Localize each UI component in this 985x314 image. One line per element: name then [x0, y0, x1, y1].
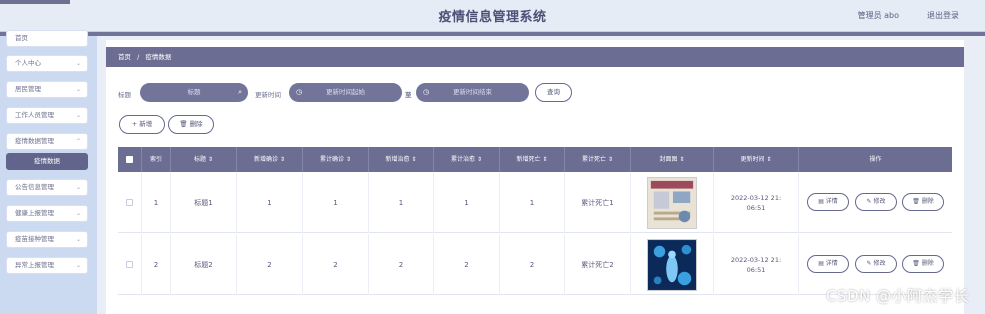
cell-index: 1 — [142, 172, 171, 233]
chevron-down-icon: ⌄ — [75, 262, 81, 269]
col-cover[interactable]: 封面图 ⇕ — [631, 147, 714, 172]
cell-total-confirmed: 2 — [303, 234, 369, 295]
sidebar-item-vaccination[interactable]: 疫苗接种管理 ⌄ — [6, 231, 88, 248]
sidebar: 首页 个人中心 ⌄ 居民管理 ⌄ 工作人员管理 ⌄ 疫情数据管理 ⌃ 疫情数据 公告信息… — [0, 30, 97, 314]
update-time-date: 2022-03-12 21: — [730, 255, 782, 264]
cover-image-virus[interactable] — [647, 238, 697, 291]
row-checkbox[interactable] — [126, 199, 133, 206]
select-all-cell — [118, 147, 142, 172]
clock-icon: ◷ — [423, 88, 430, 96]
cell-new-deaths: 1 — [500, 172, 565, 233]
logout-link[interactable]: 退出登录 — [927, 10, 959, 21]
admin-user: 管理员 abo — [857, 11, 899, 20]
end-time-input[interactable]: ◷ 更新时间结束 — [416, 83, 529, 102]
col-new-cured[interactable]: 新增治愈 ⇕ — [369, 147, 434, 172]
col-actions: 操作 — [869, 156, 882, 163]
title-filter-label: 标题 — [118, 91, 131, 99]
start-time-placeholder: 更新时间起始 — [326, 88, 365, 96]
breadcrumb-separator: / — [137, 53, 140, 61]
chevron-down-icon: ⌄ — [75, 210, 81, 217]
chevron-down-icon: ⌄ — [75, 184, 81, 191]
sidebar-item-profile[interactable]: 个人中心 ⌄ — [6, 55, 88, 72]
batch-delete-button[interactable]: 🗑 删除 — [168, 115, 214, 134]
start-time-input[interactable]: ◷ 更新时间起始 — [289, 83, 402, 102]
col-update-time[interactable]: 更新时间 ⇕ — [714, 147, 799, 172]
col-new-deaths[interactable]: 新增死亡 ⇕ — [500, 147, 565, 172]
search-button[interactable]: 查询 — [535, 83, 572, 102]
sidebar-item-health-report[interactable]: 健康上报管理 ⌄ — [6, 205, 88, 222]
sidebar-item-anomaly[interactable]: 异常上报管理 ⌄ — [6, 257, 88, 274]
detail-button[interactable]: ▤ 详情 — [807, 255, 849, 273]
cell-actions: ▤ 详情 ✎ 修改 🗑 删除 — [799, 172, 952, 233]
row-checkbox[interactable] — [126, 261, 133, 268]
title-input-placeholder: 标题 — [187, 88, 201, 96]
cell-index: 2 — [142, 234, 171, 295]
end-time-placeholder: 更新时间结束 — [453, 88, 492, 96]
cell-new-deaths: 2 — [500, 234, 565, 295]
cell-new-cured: 2 — [369, 234, 434, 295]
cell-total-confirmed: 1 — [303, 172, 369, 233]
update-time-date: 2022-03-12 21: — [730, 193, 782, 202]
sidebar-item-home[interactable]: 首页 — [6, 30, 88, 47]
cell-update-time: 2022-03-12 21: 06:51 — [714, 172, 799, 233]
delete-button[interactable]: 🗑 删除 — [902, 255, 944, 273]
cell-title: 标题1 — [171, 172, 237, 233]
breadcrumb-current: 疫情数据 — [145, 53, 172, 61]
select-all-checkbox[interactable] — [126, 156, 133, 163]
cover-image-poster[interactable] — [647, 176, 697, 229]
update-time-clock: 06:51 — [746, 203, 766, 212]
edit-button[interactable]: ✎ 修改 — [855, 255, 897, 273]
chevron-down-icon: ⌄ — [75, 86, 81, 93]
title-search-input[interactable]: 标题 ⌕ — [140, 83, 248, 102]
cell-new-confirmed: 1 — [237, 172, 303, 233]
col-title[interactable]: 标题 ⇕ — [171, 147, 237, 172]
cell-total-deaths: 累计死亡2 — [565, 234, 631, 295]
detail-button[interactable]: ▤ 详情 — [807, 193, 849, 211]
sidebar-item-announcements[interactable]: 公告信息管理 ⌄ — [6, 179, 88, 196]
sidebar-item-epidemic-mgmt[interactable]: 疫情数据管理 ⌃ — [6, 133, 88, 150]
chevron-down-icon: ⌄ — [75, 60, 81, 67]
cell-title: 标题2 — [171, 234, 237, 295]
col-total-confirmed[interactable]: 累计确诊 ⇕ — [303, 147, 369, 172]
col-index: 索引 — [142, 147, 171, 172]
cell-cover — [631, 234, 714, 295]
breadcrumb: 首页 / 疫情数据 — [106, 47, 964, 67]
col-total-deaths[interactable]: 累计死亡 ⇕ — [565, 147, 631, 172]
search-icon: ⌕ — [238, 88, 242, 96]
add-button[interactable]: + 新增 — [119, 115, 165, 134]
clock-icon: ◷ — [296, 88, 303, 96]
table-header: 索引 标题 ⇕ 新增确诊 ⇕ 累计确诊 ⇕ 新增治愈 ⇕ 累计治愈 ⇕ 新增死亡… — [118, 147, 952, 172]
cell-cover — [631, 172, 714, 233]
main-panel: 首页 / 疫情数据 标题 标题 ⌕ 更新时间 ◷ 更新时间起始 至 ◷ 更新时间… — [106, 40, 964, 314]
cell-total-cured: 1 — [434, 172, 500, 233]
cell-total-deaths: 累计死亡1 — [565, 172, 631, 233]
row-select-cell — [118, 234, 142, 295]
sidebar-item-residents[interactable]: 居民管理 ⌄ — [6, 81, 88, 98]
header-accent — [0, 0, 70, 4]
cell-update-time: 2022-03-12 21: 06:51 — [714, 234, 799, 295]
edit-button[interactable]: ✎ 修改 — [855, 193, 897, 211]
sidebar-item-staff[interactable]: 工作人员管理 ⌄ — [6, 107, 88, 124]
col-total-cured[interactable]: 累计治愈 ⇕ — [434, 147, 500, 172]
row-select-cell — [118, 172, 142, 233]
chevron-down-icon: ⌄ — [75, 236, 81, 243]
chevron-up-icon: ⌃ — [75, 138, 81, 145]
chevron-down-icon: ⌄ — [75, 112, 81, 119]
table-row: 1 标题1 1 1 1 1 1 累计死亡1 2022-03-12 21: 06:… — [118, 172, 952, 233]
cell-new-cured: 1 — [369, 172, 434, 233]
top-header: 疫情信息管理系统 管理员 abo 退出登录 — [0, 0, 985, 32]
delete-button[interactable]: 🗑 删除 — [902, 193, 944, 211]
app-title: 疫情信息管理系统 — [438, 10, 547, 25]
sidebar-item-epidemic-data[interactable]: 疫情数据 — [6, 153, 88, 170]
col-new-confirmed[interactable]: 新增确诊 ⇕ — [237, 147, 303, 172]
header-divider — [0, 32, 985, 36]
time-filter-label: 更新时间 — [255, 91, 281, 99]
update-time-clock: 06:51 — [746, 265, 766, 274]
breadcrumb-home[interactable]: 首页 — [118, 53, 131, 61]
watermark-text: CSDN @小阿杰学长 — [825, 287, 969, 305]
cell-new-confirmed: 2 — [237, 234, 303, 295]
range-separator: 至 — [405, 91, 412, 99]
cell-total-cured: 2 — [434, 234, 500, 295]
